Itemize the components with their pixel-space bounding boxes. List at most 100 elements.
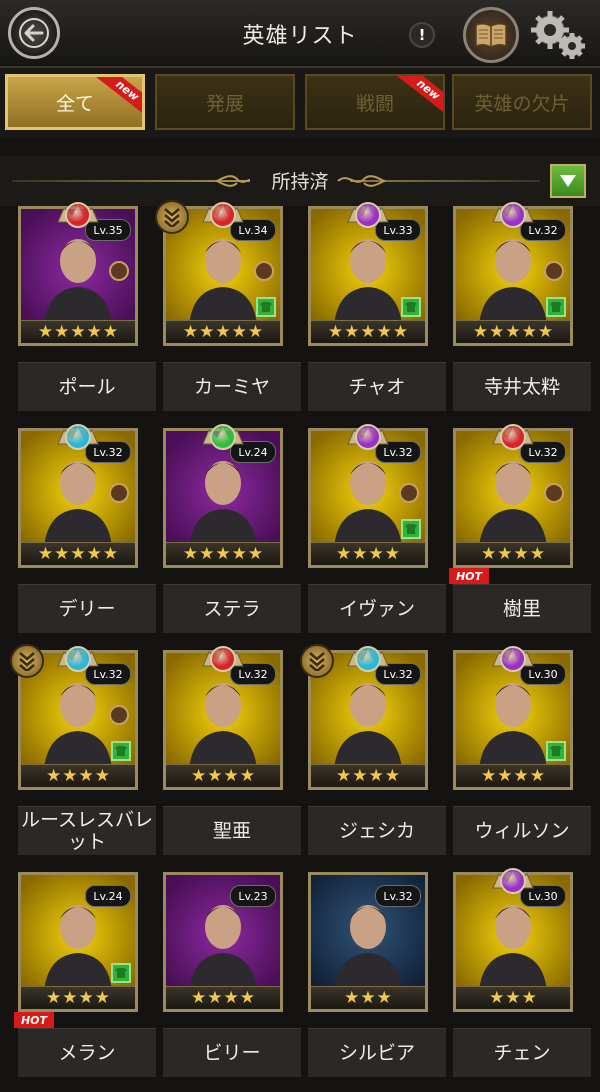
hero-card[interactable]: Lv.32 ★ ★ ★ シルビア (294, 872, 446, 1092)
hero-name: 寺井太粋 (453, 362, 591, 411)
rank-up-chevron-icon (155, 200, 189, 234)
star-icon: ★ (231, 544, 247, 564)
hero-card[interactable]: Lv.30 ★ ★ ★ チェン (439, 868, 591, 1092)
hero-card[interactable]: Lv.35 ★ ★ ★ ★ ★ ポール (4, 202, 156, 426)
pet-emblem-icon (109, 261, 129, 281)
star-rating: ★ ★ ★ ★ (166, 986, 280, 1009)
hero-card[interactable]: Lv.32 ★ ★ ★ ★ 聖亜 (149, 646, 301, 870)
star-icon: ★ (215, 322, 231, 342)
hero-card[interactable]: Lv.32 ★ ★ ★ ★ ジェシカ (294, 644, 446, 870)
hero-name: 聖亜 (163, 806, 301, 855)
star-rating: ★ ★ ★ (456, 986, 570, 1009)
star-icon: ★ (497, 544, 513, 564)
hero-card[interactable]: Lv.24 ★ ★ ★ ★ HOT メラン (4, 872, 156, 1092)
star-icon: ★ (94, 988, 110, 1008)
star-icon: ★ (223, 766, 239, 786)
star-icon: ★ (368, 766, 384, 786)
star-rating: ★ ★ ★ ★ (166, 764, 280, 787)
hero-book-button[interactable] (463, 7, 519, 63)
hero-card[interactable]: Lv.32 ★ ★ ★ ★ ★ 寺井太粋 (439, 202, 591, 426)
star-icon: ★ (207, 766, 223, 786)
star-icon: ★ (489, 322, 505, 342)
star-icon: ★ (86, 544, 102, 564)
star-icon: ★ (481, 766, 497, 786)
star-icon: ★ (521, 322, 537, 342)
hero-name: ポール (18, 362, 156, 411)
rank-up-chevron-icon (10, 644, 44, 678)
star-icon: ★ (352, 544, 368, 564)
star-icon: ★ (529, 766, 545, 786)
hot-badge: HOT (449, 568, 489, 584)
hero-card[interactable]: Lv.23 ★ ★ ★ ★ ビリー (149, 872, 301, 1092)
star-icon: ★ (384, 766, 400, 786)
star-rating: ★ ★ ★ ★ ★ (166, 320, 280, 343)
hero-portrait-frame[interactable]: Lv.24 ★ ★ ★ ★ (18, 872, 138, 1012)
star-rating: ★ ★ ★ ★ ★ (166, 542, 280, 565)
star-icon: ★ (368, 544, 384, 564)
sort-dropdown-button[interactable] (550, 164, 586, 198)
star-icon: ★ (513, 544, 529, 564)
hero-card[interactable]: Lv.33 ★ ★ ★ ★ ★ チャオ (294, 202, 446, 426)
star-icon: ★ (352, 766, 368, 786)
hero-name: シルビア (308, 1028, 446, 1077)
hot-badge: HOT (14, 1012, 54, 1028)
star-icon: ★ (384, 544, 400, 564)
equipment-shirt-icon (401, 297, 421, 317)
tab-hero-shards[interactable]: 英雄の欠片 (452, 74, 592, 130)
tab-development[interactable]: 発展 (155, 74, 295, 130)
settings-gear-icon[interactable] (528, 8, 588, 62)
hero-card[interactable]: Lv.32 ★ ★ ★ ★ イヴァン (294, 424, 446, 648)
star-icon: ★ (327, 322, 344, 342)
star-icon: ★ (481, 544, 497, 564)
tab-all[interactable]: 全て new (5, 74, 145, 130)
hero-card[interactable]: Lv.32 ★ ★ ★ ★ ★ デリー (4, 424, 156, 648)
new-badge: new (94, 77, 142, 119)
star-icon: ★ (199, 544, 215, 564)
tab-development-label: 発展 (205, 92, 244, 115)
star-icon: ★ (215, 544, 231, 564)
hero-card[interactable]: Lv.34 ★ ★ ★ ★ ★ カーミヤ (149, 200, 301, 426)
star-icon: ★ (199, 322, 215, 342)
star-icon: ★ (336, 766, 352, 786)
hero-level-badge: Lv.32 (375, 885, 421, 907)
star-rating: ★ ★ ★ ★ ★ (456, 320, 570, 343)
star-rating: ★ ★ ★ ★ ★ (21, 320, 135, 343)
star-icon: ★ (191, 988, 207, 1008)
star-icon: ★ (392, 322, 409, 342)
info-button[interactable]: ! (409, 22, 435, 48)
star-rating: ★ ★ ★ ★ (311, 764, 425, 787)
hero-portrait-frame[interactable]: Lv.32 ★ ★ ★ (308, 872, 428, 1012)
hero-card[interactable]: Lv.32 ★ ★ ★ ★ HOT 樹里 (439, 424, 591, 648)
grade-gem-icon (210, 424, 236, 450)
equipment-shirt-icon (401, 519, 421, 539)
star-icon: ★ (344, 988, 360, 1008)
hero-name: ビリー (163, 1028, 301, 1077)
star-icon: ★ (54, 544, 70, 564)
hero-card[interactable]: Lv.24 ★ ★ ★ ★ ★ ステラ (149, 424, 301, 648)
star-icon: ★ (360, 988, 376, 1008)
star-icon: ★ (191, 766, 207, 786)
hero-name: カーミヤ (163, 362, 301, 411)
grade-gem-icon (500, 646, 526, 672)
star-icon: ★ (537, 322, 554, 342)
grade-gem-icon (500, 868, 526, 894)
hero-portrait-frame[interactable]: Lv.23 ★ ★ ★ ★ (163, 872, 283, 1012)
pet-emblem-icon (544, 261, 564, 281)
equipment-shirt-icon (111, 963, 131, 983)
grade-gem-icon (65, 424, 91, 450)
star-icon: ★ (78, 988, 94, 1008)
tab-combat[interactable]: 戦闘 new (305, 74, 445, 130)
star-rating: ★ ★ ★ (311, 986, 425, 1009)
hero-card[interactable]: Lv.30 ★ ★ ★ ★ ウィルソン (439, 646, 591, 870)
hero-name: ウィルソン (453, 806, 591, 855)
pet-emblem-icon (109, 705, 129, 725)
hero-name: 樹里 (453, 584, 591, 633)
tab-hero-shards-label: 英雄の欠片 (474, 92, 570, 115)
hero-name: チェン (453, 1028, 591, 1077)
star-icon: ★ (182, 322, 199, 342)
hero-name: ステラ (163, 584, 301, 633)
star-icon: ★ (239, 766, 255, 786)
star-icon: ★ (62, 988, 78, 1008)
grade-gem-icon (500, 202, 526, 228)
hero-card[interactable]: Lv.32 ★ ★ ★ ★ ルースレスバレット (4, 644, 156, 870)
